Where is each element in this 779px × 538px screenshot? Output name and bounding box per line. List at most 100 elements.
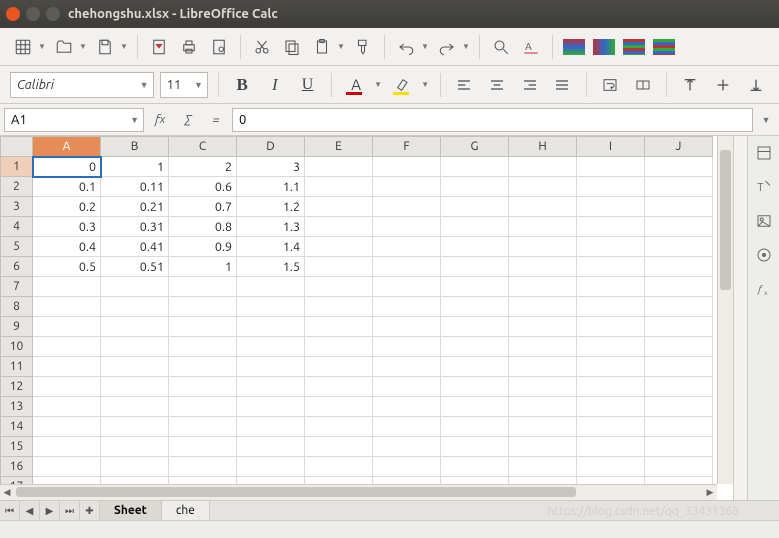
styles-panel-button[interactable]: T [753,176,775,198]
cell[interactable] [101,277,169,297]
cell[interactable] [237,337,305,357]
add-sheet-button[interactable]: ✚ [80,501,100,520]
row-header[interactable]: 8 [1,297,33,317]
cell[interactable] [577,417,645,437]
cell-reference-combo[interactable]: A1▼ [4,108,144,132]
align-justify-button[interactable] [549,72,576,98]
cell[interactable] [305,397,373,417]
cell[interactable] [509,357,577,377]
cell[interactable] [441,237,509,257]
save-dropdown[interactable]: ▼ [119,42,129,51]
undo-button[interactable] [393,34,419,60]
cell[interactable] [509,337,577,357]
underline-button[interactable]: U [294,72,321,98]
cell[interactable] [373,317,441,337]
cell[interactable] [645,417,713,437]
row-header[interactable]: 13 [1,397,33,417]
redo-button[interactable] [434,34,460,60]
cell[interactable] [305,357,373,377]
cell[interactable] [645,477,713,485]
paste-dropdown[interactable]: ▼ [336,42,346,51]
cell[interactable] [577,277,645,297]
scrollbar-thumb[interactable] [720,150,731,290]
align-top-button[interactable] [677,72,704,98]
cell[interactable]: 0.4 [33,237,101,257]
sort-desc-button[interactable] [651,34,677,60]
align-center-button[interactable] [484,72,511,98]
cell[interactable] [169,317,237,337]
column-header[interactable]: H [509,137,577,157]
cell[interactable] [577,397,645,417]
wrap-text-button[interactable] [597,72,624,98]
cell[interactable] [33,297,101,317]
cell[interactable] [237,437,305,457]
column-header[interactable]: J [645,137,713,157]
row-header[interactable]: 17 [1,477,33,485]
cell[interactable]: 1 [101,157,169,177]
cell[interactable]: 1.2 [237,197,305,217]
cell[interactable] [509,297,577,317]
column-button[interactable] [591,34,617,60]
cell[interactable] [101,317,169,337]
cell[interactable]: 1 [169,257,237,277]
minimize-window-button[interactable] [26,7,40,21]
highlight-color-dropdown[interactable]: ▼ [420,80,430,89]
cell[interactable] [169,337,237,357]
column-header[interactable]: D [237,137,305,157]
cell[interactable] [169,477,237,485]
cell[interactable] [373,477,441,485]
cell[interactable] [645,157,713,177]
cell[interactable] [645,197,713,217]
first-sheet-button[interactable]: ⏮ [0,501,20,520]
row-header[interactable]: 15 [1,437,33,457]
cell[interactable] [441,297,509,317]
cell[interactable] [101,357,169,377]
cell[interactable] [373,337,441,357]
cell[interactable] [169,397,237,417]
print-button[interactable] [176,34,202,60]
cell[interactable]: 0.9 [169,237,237,257]
cell[interactable] [237,297,305,317]
cell[interactable] [509,317,577,337]
cell[interactable] [169,437,237,457]
align-right-button[interactable] [516,72,543,98]
cell[interactable] [305,377,373,397]
cell[interactable] [33,437,101,457]
highlight-color-button[interactable] [389,72,418,98]
cell[interactable] [645,437,713,457]
cell[interactable]: 2 [169,157,237,177]
cell[interactable] [33,357,101,377]
cell[interactable] [509,277,577,297]
maximize-window-button[interactable] [46,7,60,21]
row-header[interactable]: 4 [1,217,33,237]
cell[interactable]: 0.21 [101,197,169,217]
column-header[interactable]: B [101,137,169,157]
cell[interactable] [305,417,373,437]
cell[interactable]: 0.8 [169,217,237,237]
cell[interactable] [33,457,101,477]
cell[interactable] [101,437,169,457]
align-middle-button[interactable] [710,72,737,98]
formula-input[interactable]: 0 [232,108,753,132]
cell[interactable] [237,377,305,397]
cell[interactable] [577,217,645,237]
cell[interactable]: 0.11 [101,177,169,197]
cell[interactable] [577,437,645,457]
font-color-dropdown[interactable]: ▼ [373,80,383,89]
cell[interactable]: 0.6 [169,177,237,197]
cell[interactable] [645,177,713,197]
cell[interactable] [237,277,305,297]
column-header[interactable]: A [33,137,101,157]
cell[interactable] [577,197,645,217]
cell[interactable]: 1.1 [237,177,305,197]
spreadsheet-grid[interactable]: ABCDEFGHIJ1012320.10.110.61.130.20.210.7… [0,136,717,484]
cell[interactable] [305,177,373,197]
cell[interactable] [101,457,169,477]
cell[interactable]: 3 [237,157,305,177]
cell[interactable] [577,377,645,397]
cell[interactable] [305,277,373,297]
prev-sheet-button[interactable]: ◀ [20,501,40,520]
cell[interactable] [577,317,645,337]
properties-panel-button[interactable] [753,142,775,164]
find-button[interactable] [488,34,514,60]
